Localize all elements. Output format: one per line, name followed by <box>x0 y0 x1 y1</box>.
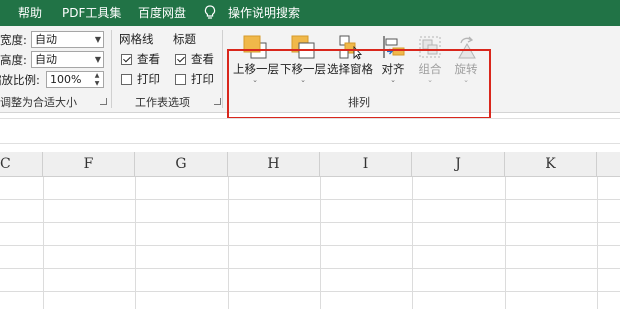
gridline <box>412 177 413 309</box>
column-header-g[interactable]: G <box>135 152 228 176</box>
gridlines-print-checkbox[interactable] <box>121 74 132 85</box>
sheet-options-group-label: 工作表选项 <box>135 96 190 109</box>
gridline <box>320 177 321 309</box>
gridlines-view-checkbox[interactable] <box>121 54 132 65</box>
ribbon: 宽度: 自动 ▼ 高度: 自动 ▼ 缩放比例: 100% ▲ ▼ 调整为合适大小… <box>0 26 620 119</box>
gridline <box>0 222 620 223</box>
chevron-down-icon: ▼ <box>94 35 101 44</box>
headings-view-label: 查看 <box>191 52 214 66</box>
column-header-c[interactable]: C <box>0 152 43 176</box>
column-header-j[interactable]: J <box>412 152 505 176</box>
zoom-label: 缩放比例: <box>0 73 40 87</box>
gridline <box>0 291 620 292</box>
gridline <box>228 177 229 309</box>
width-combo[interactable]: 自动 ▼ <box>31 31 104 48</box>
gridlines-view-label: 查看 <box>137 52 160 66</box>
spin-up-icon[interactable]: ▲ <box>92 72 102 79</box>
menu-pdf-tools[interactable]: PDF工具集 <box>62 6 121 20</box>
menu-bar: 帮助 PDF工具集 百度网盘 操作说明搜索 <box>0 0 620 26</box>
column-header-k[interactable]: K <box>505 152 597 176</box>
gridline <box>43 177 44 309</box>
scale-group-label: 调整为合适大小 <box>0 96 77 109</box>
tell-me-search[interactable]: 操作说明搜索 <box>228 6 300 20</box>
gridline <box>0 199 620 200</box>
lightbulb-icon <box>204 5 216 19</box>
arrange-highlight-box <box>227 49 491 119</box>
headings-title: 标题 <box>173 32 196 46</box>
zoom-value: 100% <box>50 73 82 86</box>
dialog-launcher-icon[interactable] <box>100 98 107 105</box>
gridline <box>135 177 136 309</box>
chevron-down-icon: ▼ <box>94 55 101 64</box>
gridline <box>0 245 620 246</box>
gridline <box>597 177 598 309</box>
formula-bar[interactable] <box>0 118 620 144</box>
cell-grid[interactable] <box>0 177 620 309</box>
spin-down-icon[interactable]: ▼ <box>92 80 102 87</box>
menu-help[interactable]: 帮助 <box>18 6 42 20</box>
height-value: 自动 <box>35 53 57 66</box>
dialog-launcher-icon[interactable] <box>214 98 221 105</box>
column-header-h[interactable]: H <box>228 152 320 176</box>
headings-print-label: 打印 <box>191 72 214 86</box>
gridlines-title: 网格线 <box>119 32 154 46</box>
gridline <box>505 177 506 309</box>
column-header-partial[interactable] <box>597 152 620 176</box>
group-divider <box>222 30 223 108</box>
menu-baidu-netdisk[interactable]: 百度网盘 <box>138 6 186 20</box>
column-header-f[interactable]: F <box>43 152 135 176</box>
zoom-spinner[interactable]: 100% ▲ ▼ <box>46 71 104 88</box>
height-label: 高度: <box>0 53 27 67</box>
width-label: 宽度: <box>0 33 27 47</box>
headings-view-checkbox[interactable] <box>175 54 186 65</box>
width-value: 自动 <box>35 33 57 46</box>
column-header-i[interactable]: I <box>320 152 412 176</box>
gridlines-print-label: 打印 <box>137 72 160 86</box>
gridline <box>0 268 620 269</box>
column-header-row: C F G H I J K <box>0 152 620 177</box>
group-divider <box>111 30 112 108</box>
height-combo[interactable]: 自动 ▼ <box>31 51 104 68</box>
headings-print-checkbox[interactable] <box>175 74 186 85</box>
